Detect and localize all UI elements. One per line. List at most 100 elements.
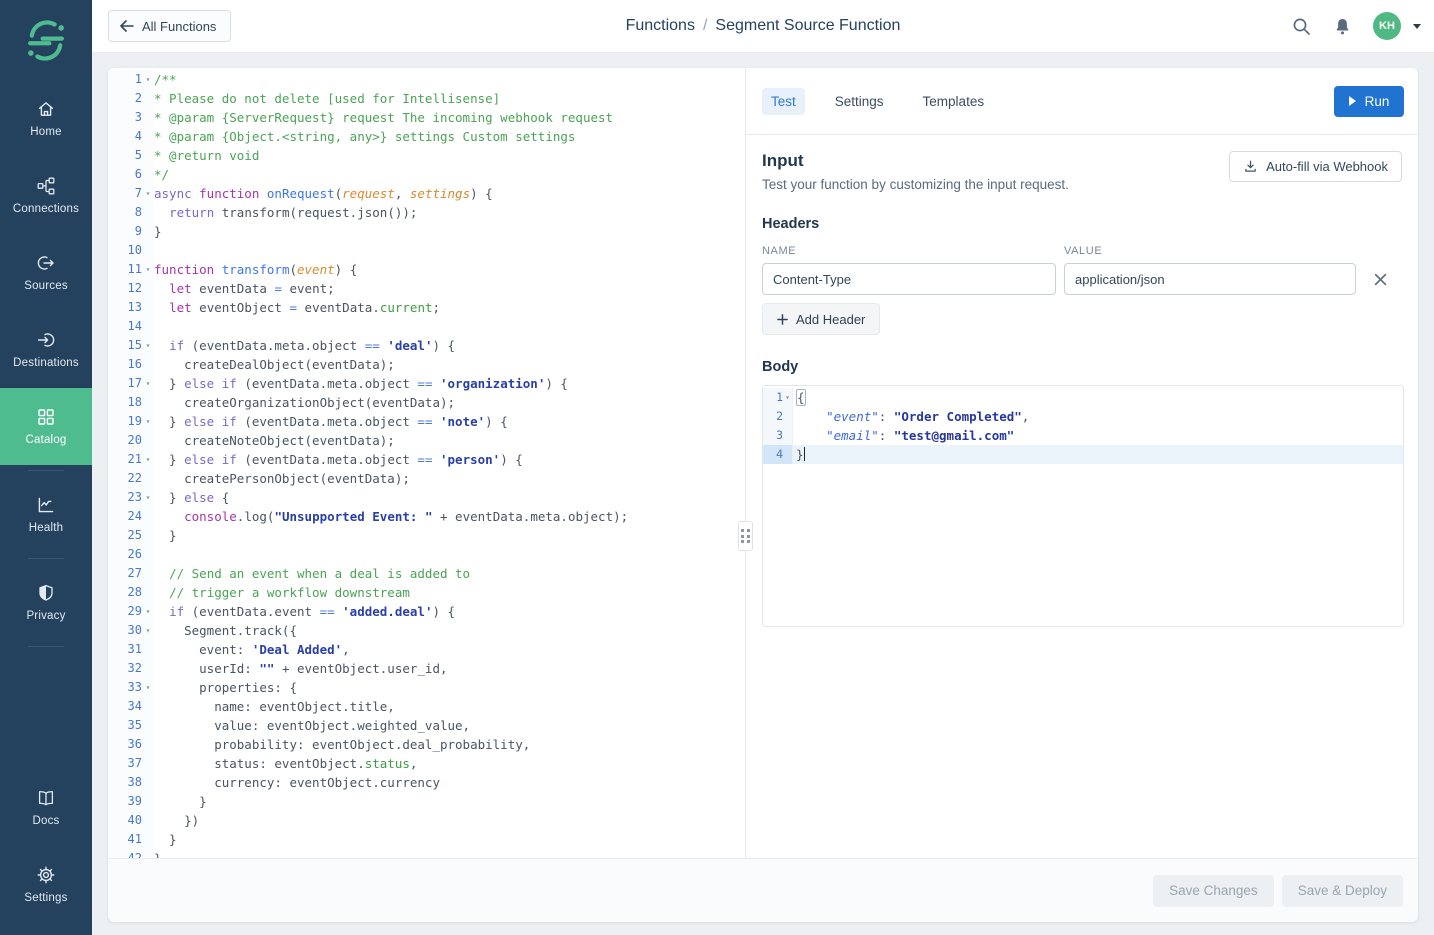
body-editor[interactable]: 1▾{2 "event": "Order Completed",3 "email…	[762, 385, 1404, 627]
body-line-1[interactable]: 1▾{	[763, 388, 1403, 407]
fold-toggle-icon[interactable]: ▾	[142, 374, 154, 393]
code-line-10[interactable]: 10	[108, 241, 745, 260]
save-deploy-button[interactable]: Save & Deploy	[1282, 875, 1403, 907]
code-line-42[interactable]: 42}	[108, 849, 745, 858]
save-changes-button[interactable]: Save Changes	[1153, 875, 1274, 907]
breadcrumb-functions[interactable]: Functions	[626, 17, 695, 34]
avatar[interactable]: KH	[1373, 12, 1401, 40]
code-line-32[interactable]: 32 userId: "" + eventObject.user_id,	[108, 659, 745, 678]
fold-spacer	[142, 849, 154, 858]
fold-toggle-icon[interactable]: ▾	[142, 70, 154, 89]
code-line-31[interactable]: 31 event: 'Deal Added',	[108, 640, 745, 659]
code-line-28[interactable]: 28 // trigger a workflow downstream	[108, 583, 745, 602]
code-line-1[interactable]: 1▾/**	[108, 70, 745, 89]
search-icon[interactable]	[1291, 16, 1312, 37]
code-text: }	[154, 792, 745, 811]
code-line-15[interactable]: 15▾ if (eventData.meta.object == 'deal')…	[108, 336, 745, 355]
tab-templates[interactable]: Templates	[914, 88, 994, 115]
code-line-17[interactable]: 17▾ } else if (eventData.meta.object == …	[108, 374, 745, 393]
sidebar-item-connections[interactable]: Connections	[0, 157, 92, 234]
sidebar-item-label: Sources	[24, 280, 68, 292]
fold-spacer	[142, 469, 154, 488]
code-line-40[interactable]: 40 })	[108, 811, 745, 830]
notifications-bell-icon[interactable]	[1333, 16, 1352, 37]
code-line-12[interactable]: 12 let eventData = event;	[108, 279, 745, 298]
header-value-input[interactable]	[1064, 263, 1356, 295]
all-functions-back-button[interactable]: All Functions	[108, 10, 231, 42]
autofill-webhook-button[interactable]: Auto-fill via Webhook	[1229, 151, 1402, 182]
code-line-36[interactable]: 36 probability: eventObject.deal_probabi…	[108, 735, 745, 754]
code-line-23[interactable]: 23▾ } else {	[108, 488, 745, 507]
sidebar-item-home[interactable]: Home	[0, 80, 92, 157]
code-text: // trigger a workflow downstream	[154, 583, 745, 602]
sidebar-item-settings[interactable]: Settings	[0, 846, 92, 923]
segment-logo[interactable]	[0, 0, 92, 80]
header-name-input[interactable]	[762, 263, 1056, 295]
code-line-24[interactable]: 24 console.log("Unsupported Event: " + e…	[108, 507, 745, 526]
code-line-18[interactable]: 18 createOrganizationObject(eventData);	[108, 393, 745, 412]
body-line-3[interactable]: 3 "email": "test@gmail.com"	[763, 426, 1403, 445]
code-line-37[interactable]: 37 status: eventObject.status,	[108, 754, 745, 773]
sidebar-divider	[28, 470, 64, 471]
chevron-down-icon[interactable]	[1413, 24, 1421, 29]
sidebar-item-privacy[interactable]: Privacy	[0, 564, 92, 641]
code-line-3[interactable]: 3* @param {ServerRequest} request The in…	[108, 108, 745, 127]
fold-toggle-icon[interactable]: ▾	[142, 602, 154, 621]
code-line-29[interactable]: 29▾ if (eventData.event == 'added.deal')…	[108, 602, 745, 621]
fold-toggle-icon[interactable]: ▾	[783, 388, 792, 407]
fold-toggle-icon[interactable]: ▾	[142, 260, 154, 279]
code-line-33[interactable]: 33▾ properties: {	[108, 678, 745, 697]
code-line-16[interactable]: 16 createDealObject(eventData);	[108, 355, 745, 374]
code-line-14[interactable]: 14	[108, 317, 745, 336]
code-text: Segment.track({	[154, 621, 745, 640]
sidebar-item-docs[interactable]: Docs	[0, 769, 92, 846]
line-number: 12	[108, 279, 142, 298]
code-line-25[interactable]: 25 }	[108, 526, 745, 545]
remove-header-button[interactable]	[1370, 269, 1390, 289]
add-header-button[interactable]: Add Header	[762, 303, 880, 335]
code-line-26[interactable]: 26	[108, 545, 745, 564]
code-line-4[interactable]: 4* @param {Object.<string, any>} setting…	[108, 127, 745, 146]
pane-resize-handle[interactable]	[738, 521, 753, 551]
fold-toggle-icon[interactable]: ▾	[142, 678, 154, 697]
code-editor[interactable]: 1▾/**2* Please do not delete [used for I…	[108, 68, 745, 858]
body-line-2[interactable]: 2 "event": "Order Completed",	[763, 407, 1403, 426]
fold-toggle-icon[interactable]: ▾	[142, 450, 154, 469]
code-line-11[interactable]: 11▾function transform(event) {	[108, 260, 745, 279]
code-line-34[interactable]: 34 name: eventObject.title,	[108, 697, 745, 716]
code-line-20[interactable]: 20 createNoteObject(eventData);	[108, 431, 745, 450]
fold-toggle-icon[interactable]: ▾	[142, 621, 154, 640]
body-line-4[interactable]: 4}	[763, 445, 1403, 464]
code-gutter-37: 37	[108, 754, 154, 773]
sidebar-item-health[interactable]: Health	[0, 476, 92, 553]
code-line-41[interactable]: 41 }	[108, 830, 745, 849]
sidebar-item-sources[interactable]: Sources	[0, 234, 92, 311]
sidebar-item-catalog[interactable]: Catalog	[0, 388, 92, 465]
code-line-22[interactable]: 22 createPersonObject(eventData);	[108, 469, 745, 488]
code-line-9[interactable]: 9}	[108, 222, 745, 241]
code-line-7[interactable]: 7▾async function onRequest(request, sett…	[108, 184, 745, 203]
tab-test[interactable]: Test	[762, 88, 805, 115]
run-button[interactable]: Run	[1334, 86, 1404, 117]
fold-toggle-icon[interactable]: ▾	[142, 412, 154, 431]
code-line-27[interactable]: 27 // Send an event when a deal is added…	[108, 564, 745, 583]
code-line-19[interactable]: 19▾ } else if (eventData.meta.object == …	[108, 412, 745, 431]
code-line-5[interactable]: 5* @return void	[108, 146, 745, 165]
fold-toggle-icon[interactable]: ▾	[142, 488, 154, 507]
code-line-8[interactable]: 8 return transform(request.json());	[108, 203, 745, 222]
fold-toggle-icon[interactable]: ▾	[142, 336, 154, 355]
tab-settings[interactable]: Settings	[826, 88, 893, 115]
fold-toggle-icon[interactable]: ▾	[142, 184, 154, 203]
code-line-21[interactable]: 21▾ } else if (eventData.meta.object == …	[108, 450, 745, 469]
top-bar: All Functions Functions/Segment Source F…	[92, 0, 1434, 53]
code-text: async function onRequest(request, settin…	[154, 184, 745, 203]
code-line-30[interactable]: 30▾ Segment.track({	[108, 621, 745, 640]
line-number: 10	[108, 241, 142, 260]
code-line-13[interactable]: 13 let eventObject = eventData.current;	[108, 298, 745, 317]
code-line-2[interactable]: 2* Please do not delete [used for Intell…	[108, 89, 745, 108]
sidebar-item-destinations[interactable]: Destinations	[0, 311, 92, 388]
code-line-38[interactable]: 38 currency: eventObject.currency	[108, 773, 745, 792]
code-line-39[interactable]: 39 }	[108, 792, 745, 811]
code-line-6[interactable]: 6*/	[108, 165, 745, 184]
code-line-35[interactable]: 35 value: eventObject.weighted_value,	[108, 716, 745, 735]
